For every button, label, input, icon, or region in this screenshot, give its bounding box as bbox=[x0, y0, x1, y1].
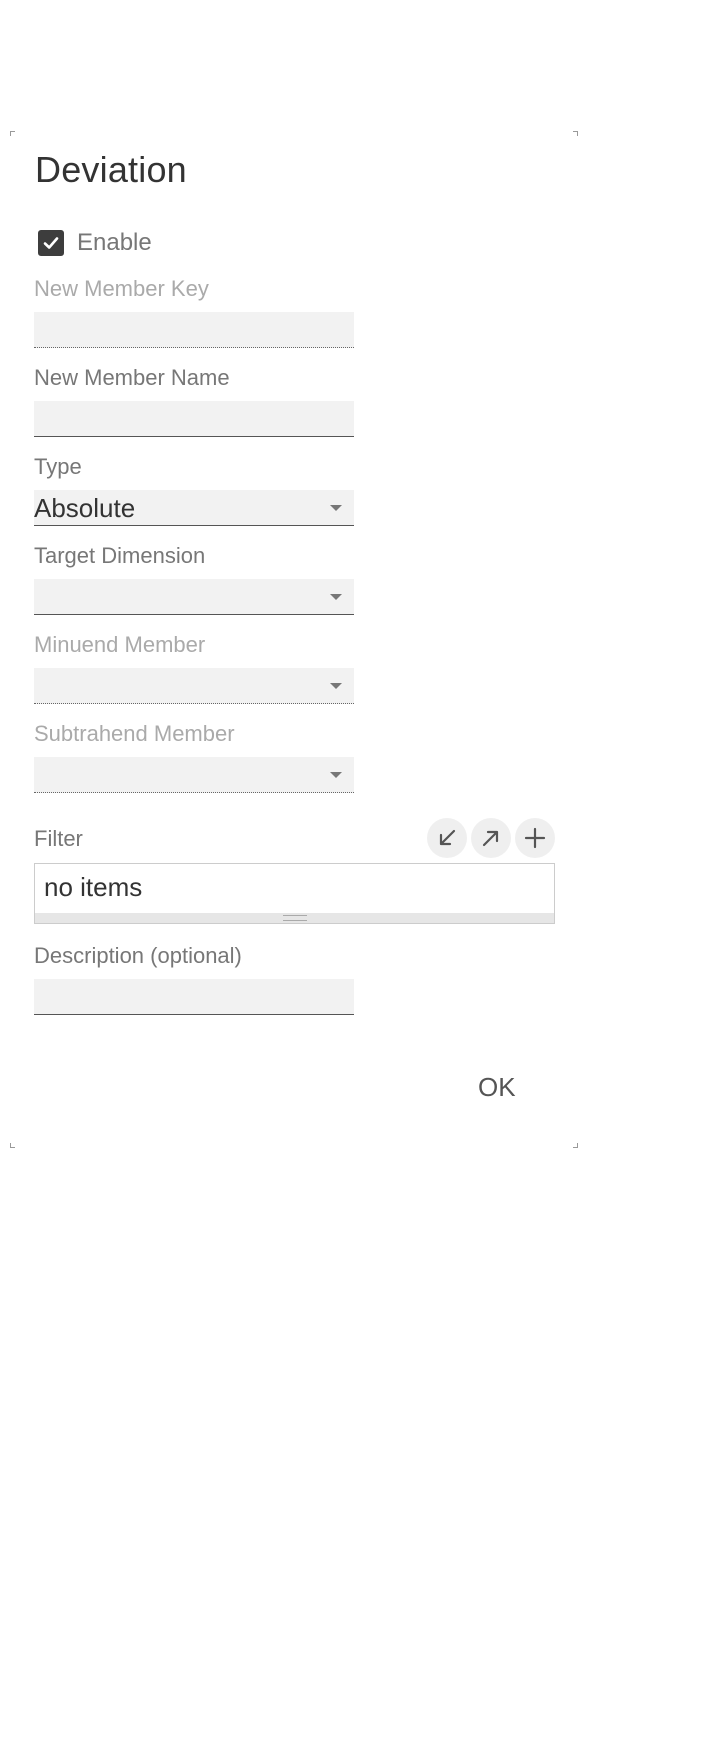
filter-list[interactable]: no items bbox=[34, 863, 555, 924]
expand-button[interactable] bbox=[471, 818, 511, 858]
target-dimension-field: Target Dimension bbox=[34, 543, 354, 615]
minuend-member-select[interactable] bbox=[34, 668, 354, 704]
filter-resize-handle[interactable] bbox=[35, 913, 554, 923]
enable-checkbox-row[interactable]: Enable bbox=[38, 229, 152, 257]
caret-down-icon bbox=[330, 772, 342, 778]
caret-down-icon bbox=[330, 683, 342, 689]
description-field: Description (optional) bbox=[34, 943, 354, 1015]
subtrahend-member-field: Subtrahend Member bbox=[34, 721, 354, 793]
caret-down-icon bbox=[330, 505, 342, 511]
enable-checkbox[interactable] bbox=[38, 230, 64, 256]
new-member-name-label: New Member Name bbox=[34, 365, 230, 390]
type-field: Type Absolute bbox=[34, 454, 354, 526]
filter-toolbar bbox=[423, 818, 555, 858]
arrow-down-left-icon bbox=[439, 829, 456, 846]
enable-label: Enable bbox=[77, 229, 152, 256]
dialog-title: Deviation bbox=[35, 149, 187, 190]
dialog-corner-bottom-left bbox=[10, 1143, 15, 1148]
target-dimension-select[interactable] bbox=[34, 579, 354, 615]
target-dimension-label: Target Dimension bbox=[34, 543, 206, 568]
deviation-dialog: Deviation Enable New Member Key New Memb… bbox=[10, 131, 578, 1148]
dialog-corner-top-left bbox=[10, 131, 15, 136]
new-member-key-label: New Member Key bbox=[34, 276, 209, 301]
arrow-up-right-icon bbox=[482, 830, 499, 847]
checkmark-icon bbox=[43, 237, 59, 249]
minuend-member-field: Minuend Member bbox=[34, 632, 354, 704]
filter-label: Filter bbox=[34, 826, 83, 851]
description-input[interactable] bbox=[34, 979, 354, 1015]
new-member-key-field: New Member Key bbox=[34, 276, 354, 348]
ok-button[interactable]: OK bbox=[470, 1068, 524, 1107]
plus-icon bbox=[524, 827, 546, 849]
resize-grip-icon bbox=[283, 915, 307, 921]
type-select-value: Absolute bbox=[34, 493, 136, 523]
dialog-corner-bottom-right bbox=[573, 1143, 578, 1148]
dialog-corner-top-right bbox=[573, 131, 578, 136]
minuend-member-label: Minuend Member bbox=[34, 632, 206, 657]
new-member-name-input[interactable] bbox=[34, 401, 354, 437]
subtrahend-member-label: Subtrahend Member bbox=[34, 721, 235, 746]
description-label: Description (optional) bbox=[34, 943, 242, 968]
collapse-button[interactable] bbox=[427, 818, 467, 858]
add-filter-button[interactable] bbox=[515, 818, 555, 858]
new-member-key-input[interactable] bbox=[34, 312, 354, 348]
type-label: Type bbox=[34, 454, 82, 479]
filter-empty-text: no items bbox=[44, 872, 143, 902]
type-select[interactable]: Absolute bbox=[34, 490, 354, 526]
caret-down-icon bbox=[330, 594, 342, 600]
subtrahend-member-select[interactable] bbox=[34, 757, 354, 793]
new-member-name-field: New Member Name bbox=[34, 365, 354, 437]
